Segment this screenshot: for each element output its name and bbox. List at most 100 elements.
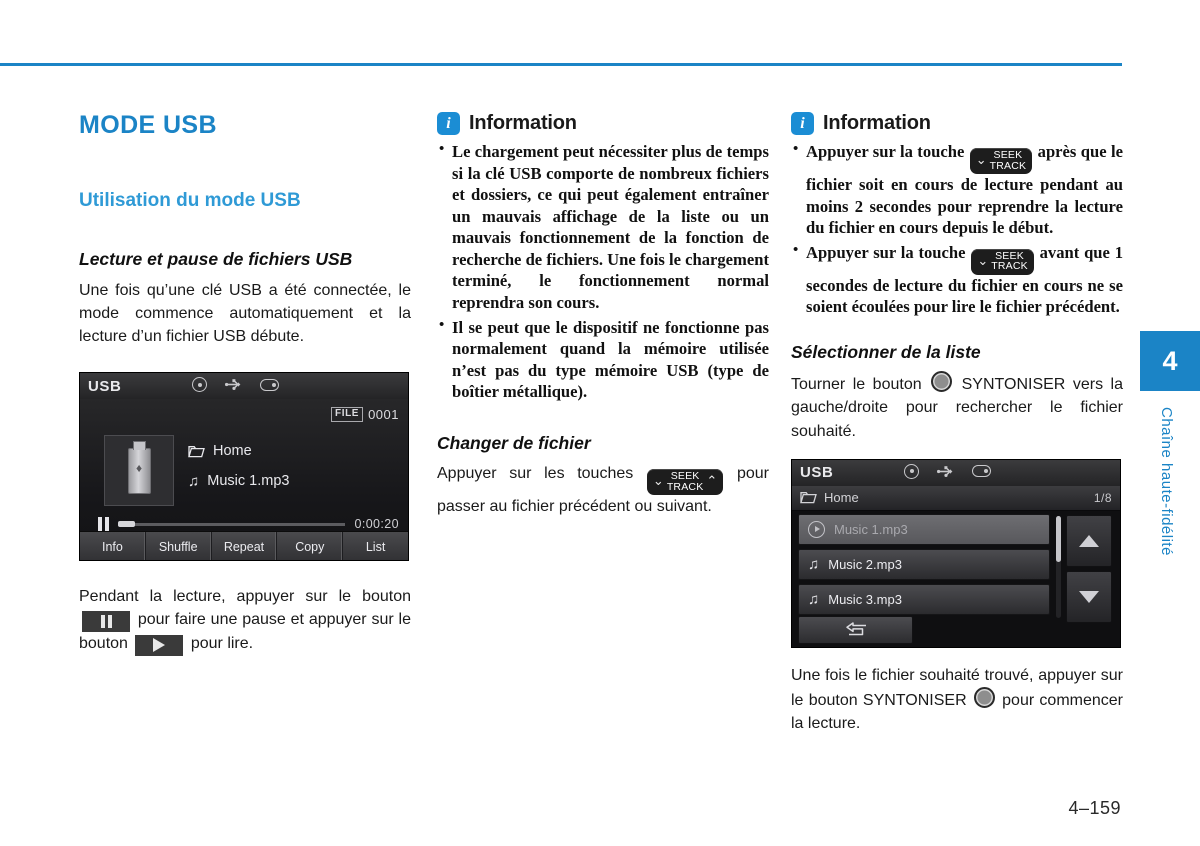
select-list-title: Sélectionner de la liste (791, 341, 981, 362)
scrollbar-thumb[interactable] (1056, 515, 1061, 562)
middle-column: i Information Le chargement peut nécessi… (437, 112, 769, 518)
tune-knob-icon (973, 686, 995, 708)
information-list-middle: Le chargement peut nécessiter plus de te… (437, 140, 769, 403)
info-item-text-before: Appuyer sur la touche (806, 142, 965, 161)
breadcrumb[interactable]: Home 1/8 (792, 485, 1120, 511)
player-status-icons (192, 377, 279, 393)
player-softkey-bar: Info Shuffle Repeat Copy List (80, 531, 408, 561)
subsection-title: Lecture et pause de fichiers USB (79, 249, 353, 270)
play-hardware-key (135, 634, 184, 656)
scrollbar[interactable] (1056, 515, 1061, 618)
info-item: Il se peut que le dispositif ne fonction… (437, 315, 769, 403)
information-heading-right: i Information (791, 112, 1123, 135)
disc-icon (904, 463, 919, 479)
list-body: Home 1/8 Music 1.mp3 ♫ Music 2.mp3 ♫ Mus… (792, 485, 1120, 647)
after-list-paragraph: Une fois le fichier souhaité trouvé, app… (791, 664, 1123, 736)
list-item[interactable]: ♫ Music 2.mp3 (798, 548, 1050, 580)
usb-player-screenshot: USB FILE 0001 ♦ Home ♫ Music 1.mp3 0:00:… (79, 372, 409, 562)
track-label: TRACK (989, 159, 1027, 172)
album-art-placeholder: ♦ (104, 435, 174, 507)
select-list-paragraph: Tourner le bouton SYNTONISER vers la gau… (791, 371, 1123, 443)
back-button[interactable] (798, 615, 913, 644)
player-topbar: USB (80, 373, 408, 400)
softkey-copy[interactable]: Copy (277, 532, 344, 561)
player-source-label: USB (88, 377, 122, 395)
track-info: Home ♫ Music 1.mp3 (188, 443, 289, 503)
scroll-down-button[interactable] (1066, 570, 1112, 623)
play-icon (153, 638, 166, 653)
seek-label: SEEK (993, 149, 1023, 161)
up-arrow-icon (1079, 534, 1099, 547)
intro-paragraph: Une fois qu’une clé USB a été connectée,… (79, 281, 411, 346)
elapsed-time: 0:00:20 (354, 517, 399, 532)
list-item[interactable]: ♫ Music 3.mp3 (798, 583, 1050, 615)
usb-list-screenshot: USB Home 1/8 Music 1.mp3 ♫ Music 2.mp3 ♫… (791, 458, 1121, 648)
usb-icon (937, 465, 954, 478)
list-item-label: Music 1.mp3 (834, 521, 908, 537)
track-label: TRACK (666, 480, 704, 493)
seek-track-key: ⌄ SEEK TRACK ⌃ (646, 469, 724, 496)
info-item: Appuyer sur la touche ⌄ SEEK TRACK avant… (791, 241, 1123, 318)
chevron-down-icon: ⌄ (975, 153, 987, 168)
seek-track-key: ⌄ SEEK TRACK (971, 248, 1034, 275)
info-icon: i (791, 112, 814, 135)
seek-track-key: ⌄ SEEK TRACK (969, 148, 1033, 174)
list-topbar: USB (792, 459, 1120, 486)
music-note-icon: ♫ (808, 590, 820, 608)
seek-track-label: SEEK TRACK (990, 150, 1027, 171)
usb-stick-icon: ♦ (127, 440, 151, 494)
track-row: ♫ Music 1.mp3 (188, 473, 289, 489)
information-title: Information (469, 112, 577, 134)
chevron-down-icon: ⌄ (977, 253, 989, 269)
page-number: 4–159 (1068, 798, 1121, 818)
playback-instruction-part3: pour lire. (190, 635, 254, 653)
track-label: TRACK (991, 260, 1028, 273)
softkey-info[interactable]: Info (80, 532, 146, 561)
list-item[interactable]: Music 1.mp3 (798, 513, 1050, 545)
chevron-down-icon: ⌄ (652, 474, 664, 490)
softkey-repeat[interactable]: Repeat (212, 532, 278, 561)
tune-knob-icon (931, 371, 953, 393)
pause-hardware-key (82, 611, 130, 633)
change-file-title: Changer de fichier (437, 432, 591, 453)
info-item: Appuyer sur la touche ⌄ SEEK TRACK après… (791, 140, 1123, 239)
scroll-up-button[interactable] (1066, 514, 1112, 567)
pause-icon (98, 517, 109, 532)
aux-device-icon (972, 465, 991, 478)
change-file-text-1: Appuyer sur les touches (437, 465, 634, 483)
softkey-list[interactable]: List (343, 532, 408, 560)
scroll-buttons (1066, 514, 1112, 627)
player-body: FILE 0001 ♦ Home ♫ Music 1.mp3 0:00:20 I… (80, 399, 408, 561)
pause-icon (100, 615, 112, 629)
down-arrow-icon (1079, 590, 1099, 603)
info-icon: i (437, 112, 460, 135)
progress-thumb[interactable] (118, 520, 135, 527)
info-item: Le chargement peut nécessiter plus de te… (437, 140, 769, 314)
file-badge: FILE 0001 (331, 407, 399, 423)
manual-page: MODE USB Utilisation du mode USB Lecture… (0, 0, 1200, 846)
back-icon (845, 621, 866, 635)
playback-instruction-paragraph: Pendant la lecture, appuyer sur le bouto… (79, 585, 411, 656)
left-column: MODE USB Utilisation du mode USB Lecture… (79, 111, 411, 656)
track-name: Music 1.mp3 (207, 473, 290, 490)
file-number: 0001 (368, 407, 399, 423)
header-rule (0, 63, 1122, 66)
playback-progress: 0:00:20 (98, 517, 399, 532)
folder-row: Home (188, 443, 289, 459)
music-note-icon: ♫ (808, 555, 820, 573)
info-item-text-before: Appuyer sur la touche (806, 242, 966, 262)
list-item-label: Music 2.mp3 (828, 556, 902, 572)
folder-icon (800, 492, 817, 504)
file-tag-label: FILE (331, 407, 364, 423)
page-indicator: 1/8 (1093, 490, 1112, 505)
section-title: Utilisation du mode USB (79, 189, 301, 211)
page-title: MODE USB (79, 111, 217, 139)
change-file-paragraph: Appuyer sur les touches ⌄ SEEK TRACK ⌃ p… (437, 462, 769, 518)
softkey-shuffle[interactable]: Shuffle (146, 532, 212, 561)
list-item-label: Music 3.mp3 (828, 591, 902, 607)
file-list: Music 1.mp3 ♫ Music 2.mp3 ♫ Music 3.mp3 (798, 513, 1050, 619)
chapter-label: Chaîne haute-fidélité (1158, 407, 1175, 556)
disc-icon (192, 377, 207, 393)
folder-icon (188, 445, 205, 457)
progress-bar[interactable] (118, 520, 346, 527)
